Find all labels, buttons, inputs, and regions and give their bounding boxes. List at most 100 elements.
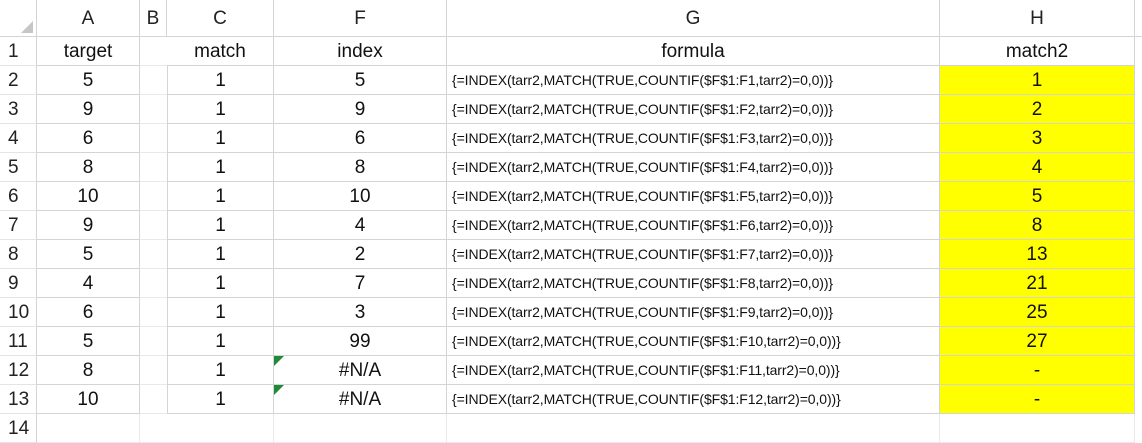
row-header[interactable]: 12 <box>0 356 37 385</box>
row-header[interactable]: 4 <box>0 124 37 153</box>
cell-formula[interactable]: {=INDEX(tarr2,MATCH(TRUE,COUNTIF($F$1:F1… <box>447 66 940 95</box>
cell-match2[interactable]: 4 <box>940 153 1135 182</box>
cell-match[interactable]: 1 <box>167 269 274 298</box>
cell-target[interactable]: 6 <box>37 124 140 153</box>
error-indicator-icon[interactable] <box>274 385 284 395</box>
cell-index[interactable]: 3 <box>274 298 447 327</box>
cell-match2[interactable]: 27 <box>940 327 1135 356</box>
cell-target[interactable]: 4 <box>37 269 140 298</box>
row-header[interactable]: 3 <box>0 95 37 124</box>
cell-empty[interactable] <box>37 414 140 443</box>
cell-b[interactable] <box>140 327 167 356</box>
row-header[interactable]: 1 <box>0 37 37 66</box>
cell-match[interactable]: 1 <box>167 211 274 240</box>
cell-formula[interactable]: {=INDEX(tarr2,MATCH(TRUE,COUNTIF($F$1:F6… <box>447 211 940 240</box>
header-match[interactable]: match <box>167 37 274 66</box>
cell-b[interactable] <box>140 356 167 385</box>
cell-target[interactable]: 8 <box>37 153 140 182</box>
cell-index[interactable]: 5 <box>274 66 447 95</box>
row-header[interactable]: 2 <box>0 66 37 95</box>
cell-match[interactable]: 1 <box>167 95 274 124</box>
cell-match[interactable]: 1 <box>167 240 274 269</box>
cell-index[interactable]: #N/A <box>274 385 447 414</box>
cell-index[interactable]: 4 <box>274 211 447 240</box>
cell-b[interactable] <box>140 182 167 211</box>
cell-match[interactable]: 1 <box>167 385 274 414</box>
cell-b[interactable] <box>140 37 167 66</box>
cell-match2[interactable]: 8 <box>940 211 1135 240</box>
header-formula[interactable]: formula <box>447 37 940 66</box>
cell-target[interactable]: 5 <box>37 327 140 356</box>
row-header[interactable]: 10 <box>0 298 37 327</box>
header-target[interactable]: target <box>37 37 140 66</box>
select-all-corner[interactable] <box>0 0 37 37</box>
error-indicator-icon[interactable] <box>274 356 284 366</box>
row-header[interactable]: 9 <box>0 269 37 298</box>
cell-b[interactable] <box>140 153 167 182</box>
cell-match[interactable]: 1 <box>167 124 274 153</box>
cell-formula[interactable]: {=INDEX(tarr2,MATCH(TRUE,COUNTIF($F$1:F7… <box>447 240 940 269</box>
cell-match2[interactable]: 13 <box>940 240 1135 269</box>
spreadsheet-grid[interactable]: A B C F G H 1 2 3 4 5 6 7 8 9 10 11 12 13 14 target mat… <box>0 0 1142 443</box>
column-header-b[interactable]: B <box>140 0 167 37</box>
cell-match[interactable]: 1 <box>167 153 274 182</box>
cell-target[interactable]: 10 <box>37 182 140 211</box>
row-header[interactable]: 7 <box>0 211 37 240</box>
cell-empty[interactable] <box>167 414 274 443</box>
column-header-next[interactable] <box>1135 0 1142 37</box>
cell-index[interactable]: #N/A <box>274 356 447 385</box>
row-header[interactable]: 5 <box>0 153 37 182</box>
cell-b[interactable] <box>140 385 167 414</box>
header-index[interactable]: index <box>274 37 447 66</box>
cell-index[interactable]: 2 <box>274 240 447 269</box>
cell-target[interactable]: 5 <box>37 240 140 269</box>
cell-b[interactable] <box>140 298 167 327</box>
cell-match2[interactable]: - <box>940 356 1135 385</box>
cell-target[interactable]: 6 <box>37 298 140 327</box>
column-header-f[interactable]: F <box>274 0 447 37</box>
row-header[interactable]: 13 <box>0 385 37 414</box>
cell-b[interactable] <box>140 269 167 298</box>
cell-match2[interactable]: 3 <box>940 124 1135 153</box>
column-header-a[interactable]: A <box>37 0 140 37</box>
cell-target[interactable]: 8 <box>37 356 140 385</box>
cell-target[interactable]: 10 <box>37 385 140 414</box>
row-header[interactable]: 8 <box>0 240 37 269</box>
cell-match[interactable]: 1 <box>167 66 274 95</box>
cell-match2[interactable]: 5 <box>940 182 1135 211</box>
row-header[interactable]: 6 <box>0 182 37 211</box>
cell-b[interactable] <box>140 124 167 153</box>
cell-formula[interactable]: {=INDEX(tarr2,MATCH(TRUE,COUNTIF($F$1:F4… <box>447 153 940 182</box>
cell-b[interactable] <box>140 240 167 269</box>
cell-target[interactable]: 9 <box>37 211 140 240</box>
cell-index[interactable]: 7 <box>274 269 447 298</box>
cell-b[interactable] <box>140 66 167 95</box>
cell-match2[interactable]: 2 <box>940 95 1135 124</box>
cell-index[interactable]: 9 <box>274 95 447 124</box>
column-header-g[interactable]: G <box>447 0 940 37</box>
row-header[interactable]: 14 <box>0 414 37 443</box>
cell-match[interactable]: 1 <box>167 298 274 327</box>
cell-match2[interactable]: 1 <box>940 66 1135 95</box>
cell-empty[interactable] <box>940 414 1135 443</box>
cell-formula[interactable]: {=INDEX(tarr2,MATCH(TRUE,COUNTIF($F$1:F2… <box>447 95 940 124</box>
cell-b[interactable] <box>140 211 167 240</box>
header-match2[interactable]: match2 <box>940 37 1135 66</box>
cell-match2[interactable]: 21 <box>940 269 1135 298</box>
cell-formula[interactable]: {=INDEX(tarr2,MATCH(TRUE,COUNTIF($F$1:F1… <box>447 385 940 414</box>
cell-target[interactable]: 9 <box>37 95 140 124</box>
cell-index[interactable]: 99 <box>274 327 447 356</box>
cell-match2[interactable]: 25 <box>940 298 1135 327</box>
cell-b[interactable] <box>140 95 167 124</box>
cell-formula[interactable]: {=INDEX(tarr2,MATCH(TRUE,COUNTIF($F$1:F5… <box>447 182 940 211</box>
cell-target[interactable]: 5 <box>37 66 140 95</box>
cell-empty[interactable] <box>274 414 447 443</box>
cell-match[interactable]: 1 <box>167 327 274 356</box>
cell-b[interactable] <box>140 414 167 443</box>
cell-match[interactable]: 1 <box>167 356 274 385</box>
column-header-c[interactable]: C <box>167 0 274 37</box>
cell-index[interactable]: 6 <box>274 124 447 153</box>
cell-empty[interactable] <box>447 414 940 443</box>
cell-formula[interactable]: {=INDEX(tarr2,MATCH(TRUE,COUNTIF($F$1:F3… <box>447 124 940 153</box>
cell-index[interactable]: 8 <box>274 153 447 182</box>
